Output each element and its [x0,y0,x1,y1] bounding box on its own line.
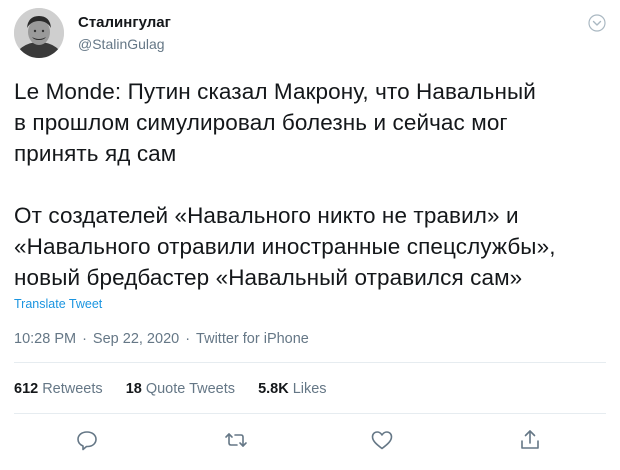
retweets-count: 612 [14,381,39,397]
quote-tweets-count: 18 [125,381,142,397]
meta-separator: · [82,331,87,347]
tweet-time[interactable]: 10:28 PM [14,331,76,347]
reply-icon[interactable] [74,427,100,453]
author-handle[interactable]: @StalinGulag [78,36,165,52]
translate-tweet-link[interactable]: Translate Tweet [14,297,102,311]
retweet-icon[interactable] [223,427,249,453]
tweet-text: Le Monde: Путин сказал Макрону, что Нава… [14,79,556,290]
tweet-stats: 612 Retweets 18 Quote Tweets 5.8K Likes [14,381,346,397]
divider [14,362,606,363]
tweet-source[interactable]: Twitter for iPhone [196,331,309,347]
meta-separator: · [185,331,191,347]
share-icon[interactable] [517,427,543,453]
tweet-card: Сталингулаг @StalinGulag Le Monde: Путин… [0,0,620,470]
tweet-date[interactable]: Sep 22, 2020 [93,331,179,347]
likes-count: 5.8K [258,381,289,397]
avatar[interactable] [14,8,64,58]
heart-icon[interactable] [369,427,395,453]
likes-stat[interactable]: 5.8K Likes [258,381,327,397]
retweets-stat[interactable]: 612 Retweets [14,381,103,397]
likes-label: Likes [292,381,327,397]
divider [14,413,606,414]
avatar-portrait-image [14,8,64,58]
chevron-down-icon[interactable] [588,14,606,32]
tweet-meta: 10:28 PM · Sep 22, 2020 · Twitter for iPhone [14,331,309,347]
quote-tweets-stat[interactable]: 18 Quote Tweets [126,381,235,397]
retweets-label: Retweets [42,381,103,397]
quote-tweets-label: Quote Tweets [145,381,236,397]
author-display-name[interactable]: Сталингулаг [78,14,171,31]
